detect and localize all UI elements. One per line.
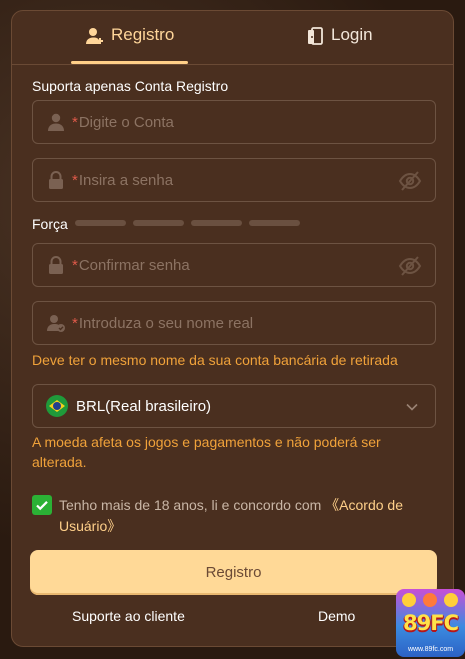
register-modal: Registro Login Suporta apenas Conta Regi… [11, 10, 454, 647]
strength-segment [133, 220, 184, 226]
auth-tabs: Registro Login [12, 11, 453, 65]
age-agree-checkbox[interactable] [32, 495, 52, 515]
strength-segment [191, 220, 242, 226]
eye-off-icon[interactable] [398, 255, 422, 277]
real-name-field[interactable]: * Introduza o seu nome real [32, 301, 436, 345]
password-placeholder: Insira a senha [78, 171, 174, 189]
check-icon [36, 501, 48, 511]
user-verified-icon [47, 315, 65, 332]
brand-badge[interactable]: 89FC www.89fc.com [396, 589, 465, 657]
login-door-icon [308, 27, 323, 45]
account-placeholder: Digite o Conta [78, 113, 174, 131]
tab-registro-label: Registro [111, 25, 175, 44]
required-mark: * [72, 113, 78, 131]
user-icon [48, 113, 64, 131]
badge-decoration [402, 593, 416, 607]
strength-segment [75, 220, 126, 226]
agreement-text: Tenho mais de 18 anos, li e concordo com… [59, 495, 429, 537]
brand-logo: 89FC [403, 611, 459, 635]
required-mark: * [72, 171, 78, 189]
required-mark: * [72, 314, 78, 332]
confirm-password-field[interactable]: * Confirmar senha [32, 243, 436, 287]
currency-hint: A moeda afeta os jogos e pagamentos e nã… [32, 434, 381, 470]
chevron-down-icon [406, 403, 418, 411]
tab-registro[interactable]: Registro [85, 25, 174, 65]
brazil-flag-icon [46, 395, 68, 417]
register-submit-button[interactable]: Registro [30, 550, 437, 595]
real-name-placeholder: Introduza o seu nome real [78, 314, 254, 332]
confirm-password-placeholder: Confirmar senha [78, 256, 190, 274]
password-field[interactable]: * Insira a senha [32, 158, 436, 202]
lock-icon [49, 256, 63, 274]
eye-off-icon[interactable] [398, 170, 422, 192]
agreement-statement: Tenho mais de 18 anos, li e concordo com [59, 497, 322, 513]
password-strength-meter [75, 220, 300, 226]
add-user-icon [86, 28, 103, 44]
strength-segment [249, 220, 300, 226]
strength-label: Força [32, 216, 68, 232]
lock-icon [49, 171, 63, 189]
account-section-label: Suporta apenas Conta Registro [32, 78, 229, 94]
account-field[interactable]: * Digite o Conta [32, 100, 436, 144]
required-mark: * [72, 256, 78, 274]
tab-login[interactable]: Login [305, 25, 373, 65]
currency-select[interactable]: BRL(Real brasileiro) [32, 384, 436, 428]
brand-url: www.89fc.com [407, 646, 454, 653]
active-tab-indicator [71, 61, 188, 64]
demo-link[interactable]: Demo [318, 608, 355, 624]
badge-decoration [444, 593, 458, 607]
customer-support-link[interactable]: Suporte ao cliente [72, 608, 185, 624]
currency-value: BRL(Real brasileiro) [76, 397, 212, 415]
badge-decoration [423, 593, 437, 607]
real-name-hint: Deve ter o mesmo nome da sua conta bancá… [32, 352, 398, 368]
tab-login-label: Login [331, 25, 373, 44]
